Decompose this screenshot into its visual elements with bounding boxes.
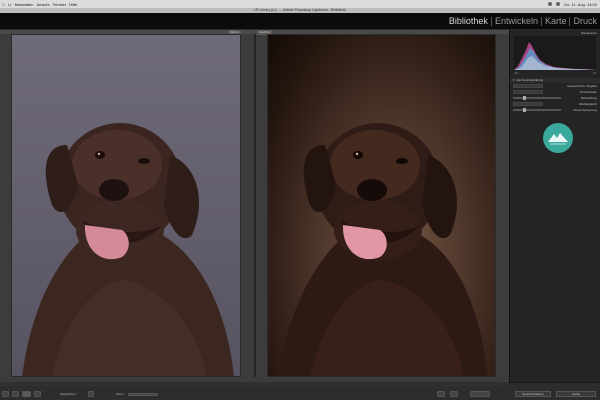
survey-view-icon[interactable] xyxy=(34,391,41,397)
make-select-button[interactable] xyxy=(470,391,490,397)
clock[interactable]: Do. 11. Aug. 14:02 xyxy=(564,2,597,7)
apple-menu-icon[interactable]:  xyxy=(2,2,5,7)
compare-divider[interactable] xyxy=(254,34,256,377)
tone-row[interactable]: Tonwertsteuerung xyxy=(510,107,600,113)
tone-label: Tonwertsteuerung xyxy=(573,108,597,112)
dog-photo-before xyxy=(22,123,234,376)
treatment-slider[interactable] xyxy=(513,96,561,100)
tone-slider[interactable] xyxy=(513,108,561,112)
loupe-view-icon[interactable] xyxy=(12,391,19,397)
preset-label: Gespeicherte Vorgabe xyxy=(567,84,597,88)
crop-label: Zuschneiden xyxy=(579,90,597,94)
menu-window[interactable]: Fenster xyxy=(53,2,67,7)
white-balance-label: Weißabgleich xyxy=(578,102,597,106)
module-print[interactable]: Druck xyxy=(570,16,600,26)
dog-photo-after xyxy=(278,123,488,376)
swap-icon[interactable] xyxy=(437,391,445,397)
histogram-graph xyxy=(514,42,596,70)
zoom-slider[interactable] xyxy=(128,393,158,396)
brand-logo xyxy=(543,123,573,153)
module-picker: Bibliothek Entwickeln Karte Druck xyxy=(446,16,600,26)
menu-metadata[interactable]: Metadaten xyxy=(15,2,34,7)
sync-button[interactable]: Synchronisieren xyxy=(515,391,551,397)
menu-help[interactable]: Hilfe xyxy=(69,2,77,7)
compare-view-icon[interactable] xyxy=(22,391,31,397)
menu-view[interactable]: Ansicht xyxy=(36,2,49,7)
done-button[interactable]: Fertig xyxy=(556,391,596,397)
histogram xyxy=(514,36,596,70)
quick-develop-title: Ad-hoc-Entwicklung xyxy=(516,78,544,82)
menubar-status: Do. 11. Aug. 14:02 xyxy=(548,2,597,7)
module-develop[interactable]: Entwickeln xyxy=(492,16,541,26)
zoom-label: Zoom xyxy=(116,392,124,396)
mountain-logo-icon xyxy=(543,123,573,153)
white-balance-dropdown[interactable] xyxy=(513,102,543,106)
preset-dropdown[interactable] xyxy=(513,84,543,88)
treatment-label: Behandlung xyxy=(580,96,597,100)
menu-app[interactable]: Lr xyxy=(8,2,12,7)
lock-icon[interactable] xyxy=(88,391,94,397)
right-panel: Histogramm ISO f/8 ▾ Ad-hoc-Entwicklung … xyxy=(509,30,600,382)
module-library[interactable]: Bibliothek xyxy=(446,16,491,26)
view-mode-label: Vergleichen xyxy=(60,392,76,396)
menu-bar:  Lr Metadaten Ansicht Fenster Hilfe Do.… xyxy=(0,0,600,8)
crop-dropdown[interactable] xyxy=(513,90,543,94)
copy-settings-icon[interactable] xyxy=(450,391,458,397)
module-map[interactable]: Karte xyxy=(542,16,570,26)
aperture-value: f/8 xyxy=(593,72,596,75)
histogram-info: ISO f/8 xyxy=(510,72,600,75)
before-photo[interactable] xyxy=(11,34,241,377)
module-bar: Bibliothek Entwickeln Karte Druck xyxy=(0,13,600,30)
status-icon[interactable] xyxy=(548,2,553,6)
after-photo[interactable] xyxy=(267,34,496,377)
toolbar-strip xyxy=(0,382,509,386)
grid-view-icon[interactable] xyxy=(2,391,9,397)
wifi-icon[interactable] xyxy=(556,2,561,6)
triangle-down-icon: ▾ xyxy=(513,78,515,82)
iso-value: ISO xyxy=(514,72,519,75)
